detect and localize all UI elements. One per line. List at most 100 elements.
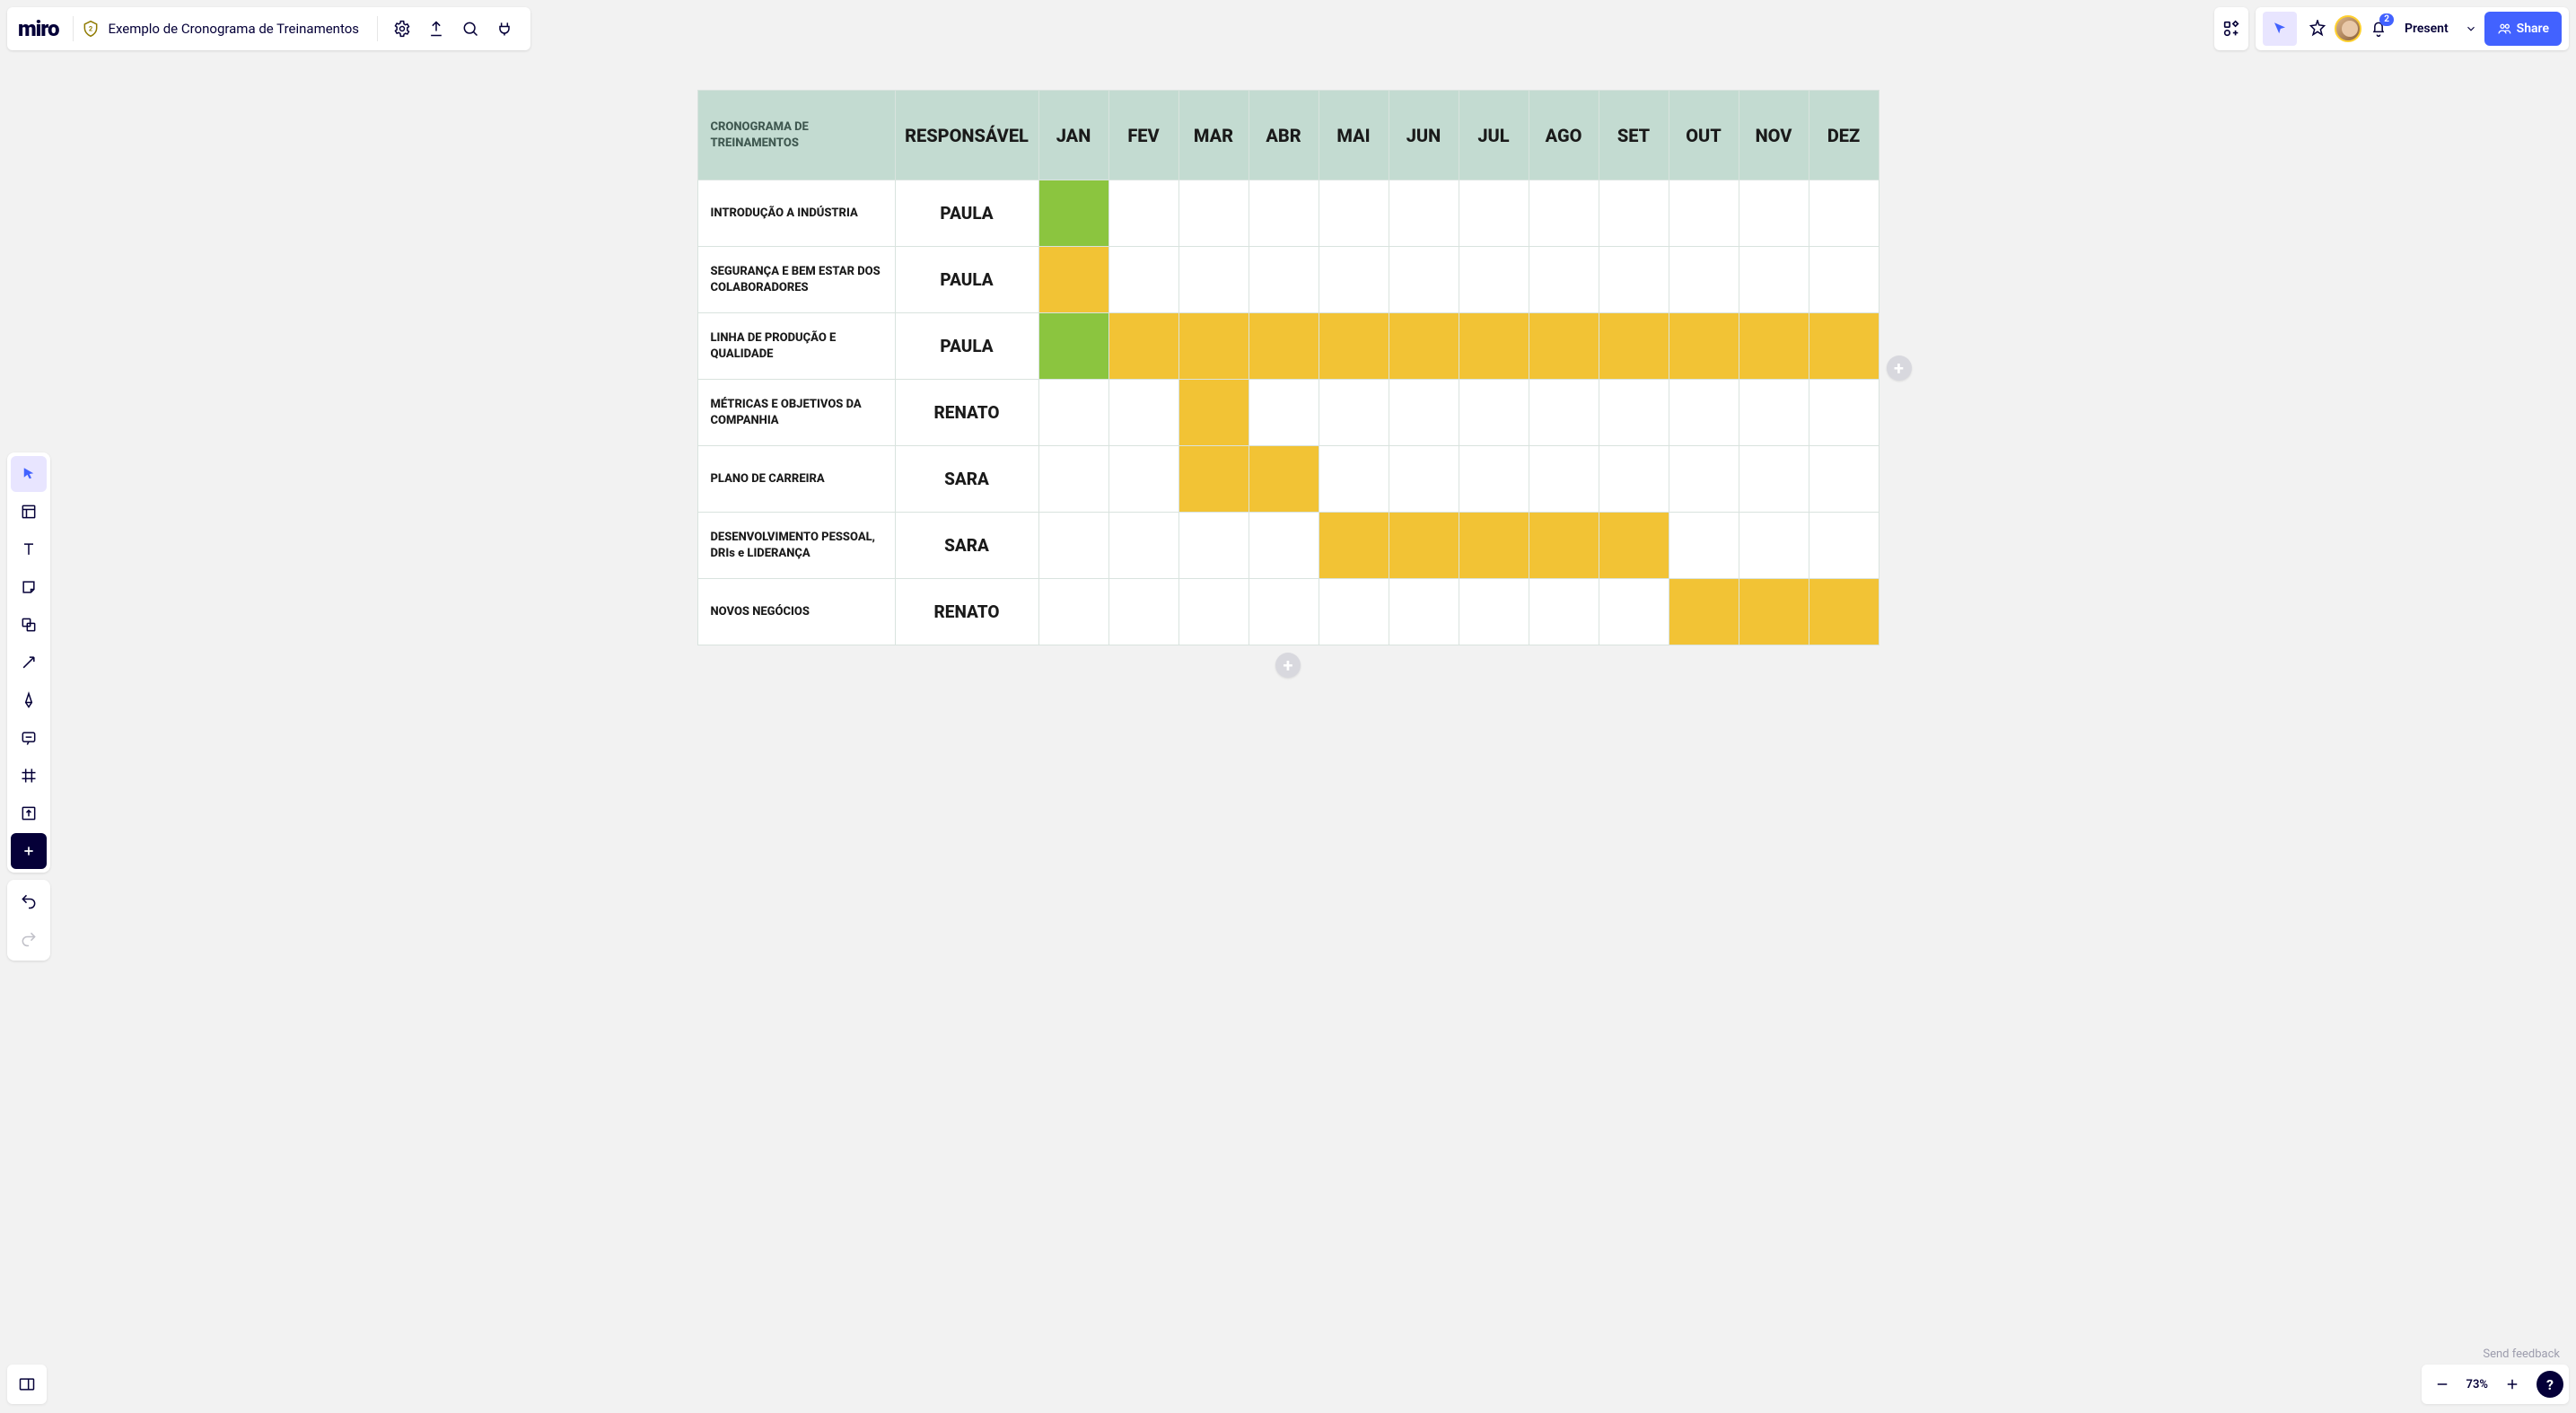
- schedule-cell[interactable]: [1739, 446, 1809, 513]
- schedule-cell[interactable]: [1529, 313, 1599, 380]
- notifications-button[interactable]: 2: [2361, 12, 2396, 46]
- schedule-cell[interactable]: [1739, 513, 1809, 579]
- settings-icon[interactable]: [385, 12, 419, 46]
- schedule-cell[interactable]: [1599, 513, 1669, 579]
- pen-tool[interactable]: [11, 682, 47, 718]
- schedule-cell[interactable]: [1108, 579, 1178, 645]
- schedule-cell[interactable]: [1038, 180, 1108, 247]
- schedule-cell[interactable]: [1038, 579, 1108, 645]
- responsible-name[interactable]: RENATO: [895, 579, 1038, 645]
- schedule-cell[interactable]: [1319, 247, 1389, 313]
- schedule-cell[interactable]: [1249, 180, 1319, 247]
- send-feedback-link[interactable]: Send feedback: [2483, 1347, 2560, 1361]
- schedule-cell[interactable]: [1108, 247, 1178, 313]
- user-avatar[interactable]: [2335, 15, 2361, 42]
- schedule-cell[interactable]: [1389, 513, 1459, 579]
- schedule-cell[interactable]: [1459, 247, 1529, 313]
- schedule-cell[interactable]: [1038, 247, 1108, 313]
- schedule-cell[interactable]: [1529, 247, 1599, 313]
- schedule-cell[interactable]: [1178, 579, 1249, 645]
- text-tool[interactable]: [11, 531, 47, 567]
- schedule-cell[interactable]: [1599, 247, 1669, 313]
- sticky-tool[interactable]: [11, 569, 47, 605]
- schedule-cell[interactable]: [1108, 513, 1178, 579]
- schedule-cell[interactable]: [1809, 180, 1879, 247]
- schedule-cell[interactable]: [1809, 446, 1879, 513]
- schedule-cell[interactable]: [1669, 446, 1739, 513]
- show-cursors-button[interactable]: [2263, 12, 2297, 46]
- schedule-cell[interactable]: [1319, 579, 1389, 645]
- schedule-cell[interactable]: [1739, 247, 1809, 313]
- schedule-cell[interactable]: [1599, 380, 1669, 446]
- zoom-value[interactable]: 73%: [2461, 1378, 2493, 1391]
- present-button[interactable]: Present: [2396, 12, 2458, 46]
- schedule-cell[interactable]: [1669, 180, 1739, 247]
- responsible-name[interactable]: RENATO: [895, 380, 1038, 446]
- schedule-cell[interactable]: [1389, 380, 1459, 446]
- comment-tool[interactable]: [11, 720, 47, 756]
- training-name[interactable]: PLANO DE CARREIRA: [697, 446, 895, 513]
- shape-tool[interactable]: [11, 607, 47, 643]
- schedule-cell[interactable]: [1809, 513, 1879, 579]
- schedule-cell[interactable]: [1178, 380, 1249, 446]
- schedule-cell[interactable]: [1599, 579, 1669, 645]
- schedule-cell[interactable]: [1459, 513, 1529, 579]
- schedule-cell[interactable]: [1319, 446, 1389, 513]
- schedule-cell[interactable]: [1459, 380, 1529, 446]
- upload-tool[interactable]: [11, 795, 47, 831]
- schedule-cell[interactable]: [1249, 579, 1319, 645]
- panel-toggle[interactable]: [7, 1365, 47, 1404]
- schedule-cell[interactable]: [1809, 247, 1879, 313]
- add-row-button[interactable]: +: [1275, 653, 1301, 678]
- schedule-cell[interactable]: [1809, 380, 1879, 446]
- schedule-cell[interactable]: [1389, 180, 1459, 247]
- schedule-cell[interactable]: [1038, 446, 1108, 513]
- miro-logo[interactable]: miro: [16, 16, 66, 41]
- schedule-cell[interactable]: [1319, 380, 1389, 446]
- schedule-cell[interactable]: [1038, 313, 1108, 380]
- schedule-cell[interactable]: [1669, 380, 1739, 446]
- training-name[interactable]: LINHA DE PRODUÇÃO E QUALIDADE: [697, 313, 895, 380]
- schedule-cell[interactable]: [1529, 513, 1599, 579]
- export-icon[interactable]: [419, 12, 453, 46]
- schedule-cell[interactable]: [1809, 313, 1879, 380]
- schedule-cell[interactable]: [1249, 380, 1319, 446]
- schedule-cell[interactable]: [1108, 380, 1178, 446]
- zoom-out-button[interactable]: [2427, 1369, 2458, 1400]
- schedule-cell[interactable]: [1739, 579, 1809, 645]
- schedule-cell[interactable]: [1319, 180, 1389, 247]
- schedule-cell[interactable]: [1389, 313, 1459, 380]
- responsible-name[interactable]: SARA: [895, 446, 1038, 513]
- training-name[interactable]: INTRODUÇÃO A INDÚSTRIA: [697, 180, 895, 247]
- share-button[interactable]: Share: [2484, 12, 2562, 46]
- frame-tool[interactable]: [11, 758, 47, 794]
- schedule-cell[interactable]: [1249, 247, 1319, 313]
- schedule-cell[interactable]: [1599, 180, 1669, 247]
- schedule-cell[interactable]: [1459, 579, 1529, 645]
- apps-button[interactable]: [2214, 7, 2248, 50]
- schedule-cell[interactable]: [1249, 513, 1319, 579]
- schedule-table[interactable]: CRONOGRAMA DE TREINAMENTOSRESPONSÁVELJAN…: [697, 90, 1879, 645]
- schedule-cell[interactable]: [1669, 579, 1739, 645]
- schedule-cell[interactable]: [1178, 247, 1249, 313]
- schedule-cell[interactable]: [1178, 513, 1249, 579]
- schedule-cell[interactable]: [1809, 579, 1879, 645]
- more-tools[interactable]: [11, 833, 47, 869]
- schedule-cell[interactable]: [1319, 513, 1389, 579]
- present-dropdown[interactable]: [2458, 12, 2484, 46]
- template-tool[interactable]: [11, 494, 47, 530]
- help-button[interactable]: ?: [2537, 1371, 2563, 1398]
- canvas[interactable]: CRONOGRAMA DE TREINAMENTOSRESPONSÁVELJAN…: [0, 0, 2576, 1413]
- schedule-cell[interactable]: [1669, 513, 1739, 579]
- schedule-cell[interactable]: [1038, 380, 1108, 446]
- schedule-cell[interactable]: [1249, 313, 1319, 380]
- schedule-cell[interactable]: [1529, 446, 1599, 513]
- schedule-cell[interactable]: [1038, 513, 1108, 579]
- reactions-icon[interactable]: [2300, 12, 2335, 46]
- schedule-cell[interactable]: [1459, 180, 1529, 247]
- schedule-cell[interactable]: [1389, 446, 1459, 513]
- schedule-cell[interactable]: [1529, 380, 1599, 446]
- schedule-cell[interactable]: [1529, 180, 1599, 247]
- responsible-name[interactable]: PAULA: [895, 180, 1038, 247]
- training-name[interactable]: SEGURANÇA E BEM ESTAR DOS COLABORADORES: [697, 247, 895, 313]
